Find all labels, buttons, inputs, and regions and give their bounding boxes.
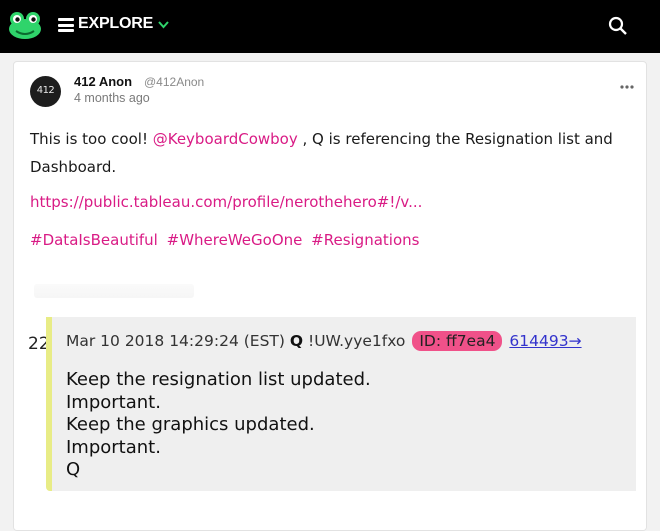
post-reference-link: 614493→ [509,332,582,350]
embedded-image[interactable]: 22 Mar 10 2018 14:29:24 (EST) Q !UW.yye1… [14,304,646,530]
hamburger-menu-icon[interactable] [58,18,74,32]
mention-link[interactable]: @KeyboardCowboy [153,130,298,148]
hashtag[interactable]: #DataIsBeautiful [30,231,158,249]
id-badge: ID: ff7ea4 [412,331,503,351]
drop-line: Important. [66,436,161,458]
faded-text-placeholder [34,284,194,298]
post-body-text: This is too cool! @KeyboardCowboy , Q is… [30,130,613,176]
hashtag-list: #DataIsBeautiful #WhereWeGoOne #Resignat… [30,231,423,249]
explore-menu[interactable]: EXPLORE [78,15,153,33]
drop-date: Mar 10 2018 14:29:24 (EST) [66,332,285,350]
post-card: 412 412 Anon @412Anon 4 months ago This … [13,61,647,531]
external-link[interactable]: https://public.tableau.com/profile/nerot… [30,193,422,211]
hashtag[interactable]: #Resignations [311,231,419,249]
drop-header: Mar 10 2018 14:29:24 (EST) Q !UW.yye1fxo… [66,331,582,351]
drop-tripcode: !UW.yye1fxo [308,332,406,350]
top-navbar: EXPLORE [0,0,660,53]
drop-body: Keep the resignation list updated. Impor… [66,369,371,482]
post-timestamp[interactable]: 4 months ago [74,91,150,105]
drop-line: Keep the graphics updated. [66,414,315,435]
avatar[interactable]: 412 [30,76,61,107]
chevron-down-icon[interactable] [157,18,170,31]
quoted-drop: Mar 10 2018 14:29:24 (EST) Q !UW.yye1fxo… [46,317,636,491]
drop-poster: Q [289,332,304,350]
author-handle[interactable]: @412Anon [144,75,204,89]
drop-line: Keep the resignation list updated. [66,369,371,390]
drop-line: Important. [66,391,161,413]
author-name[interactable]: 412 Anon [74,74,132,89]
frog-logo-icon[interactable] [8,10,42,40]
drop-line: Q [66,459,81,480]
ellipsis-icon[interactable] [620,85,634,89]
hashtag[interactable]: #WhereWeGoOne [167,231,303,249]
search-icon[interactable] [608,16,628,36]
